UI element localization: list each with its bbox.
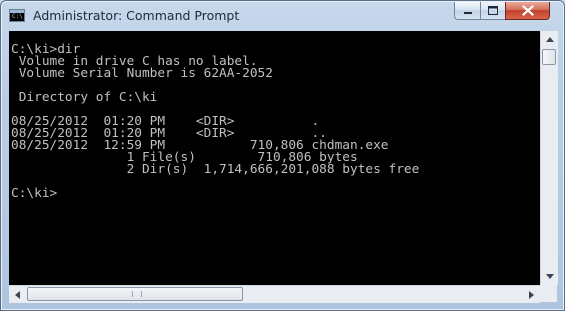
- console-line: Volume Serial Number is 62AA-2052: [11, 66, 273, 81]
- console-line: 2 Dir(s) 1,714,666,201,088 bytes free: [11, 162, 420, 177]
- scroll-up-button[interactable]: [541, 31, 558, 48]
- arrow-up-icon: [545, 37, 554, 42]
- scroll-down-button[interactable]: [541, 268, 558, 285]
- console-output[interactable]: C:\ki>dir Volume in drive C has no label…: [9, 31, 540, 285]
- horizontal-scroll-thumb[interactable]: [27, 287, 243, 301]
- scrollbar-corner: [540, 285, 557, 302]
- close-button[interactable]: [505, 2, 550, 20]
- arrow-left-icon: [15, 290, 20, 299]
- vertical-scrollbar[interactable]: [540, 31, 558, 285]
- close-icon: [521, 5, 534, 16]
- command-prompt-icon[interactable]: C:\: [9, 9, 25, 22]
- console-line: Directory of C:\ki: [11, 90, 158, 105]
- grip-icon: [132, 291, 142, 297]
- horizontal-scrollbar[interactable]: [9, 285, 540, 303]
- console-text: C:\ki>dir Volume in drive C has no label…: [9, 31, 540, 200]
- vertical-scroll-thumb[interactable]: [542, 49, 556, 65]
- maximize-button[interactable]: [480, 2, 506, 20]
- minimize-icon: [463, 11, 472, 14]
- command-prompt-window: C:\ Administrator: Command Prompt C:\ki>…: [0, 0, 565, 311]
- scroll-left-button[interactable]: [9, 286, 26, 303]
- console-line: C:\ki>: [11, 186, 58, 201]
- arrow-right-icon: [529, 290, 534, 299]
- maximize-icon: [488, 6, 498, 15]
- minimize-button[interactable]: [454, 2, 481, 20]
- window-title: Administrator: Command Prompt: [33, 8, 240, 23]
- scroll-right-button[interactable]: [523, 286, 540, 303]
- title-bar[interactable]: C:\ Administrator: Command Prompt: [1, 1, 564, 31]
- arrow-down-icon: [545, 274, 554, 279]
